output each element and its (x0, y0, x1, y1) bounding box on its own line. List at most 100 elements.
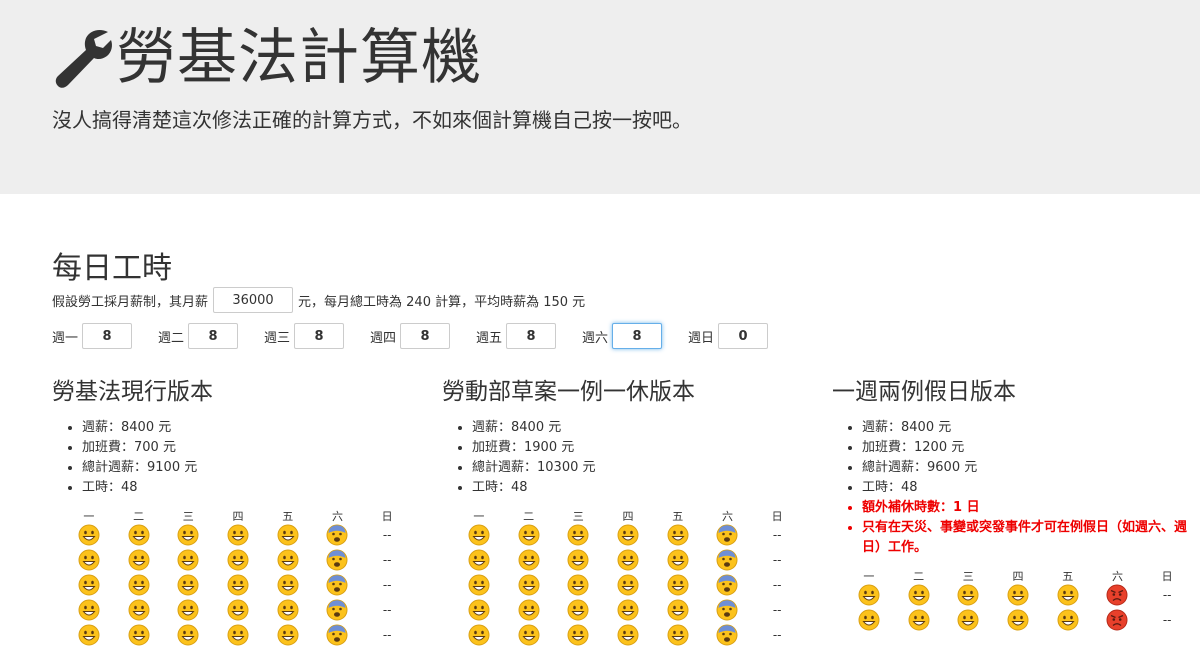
fearful-face-icon (326, 574, 348, 595)
weekday-label: 一 (83, 510, 95, 523)
hour-cell (943, 607, 993, 632)
hour-row: -- (64, 572, 412, 597)
hour-row: -- (454, 547, 802, 572)
fearful-face-icon (326, 624, 348, 645)
facts-list: 週薪：8400 元加班費：700 元總計週薪：9100 元工時：48 (52, 418, 412, 498)
grinning-face-icon (518, 599, 540, 620)
day-group-sat: 週六 (582, 323, 688, 349)
salary-prefix: 假設勞工採月薪制，其月薪 (52, 294, 209, 310)
hours-input-wed[interactable] (294, 323, 345, 349)
hours-input-mon[interactable] (82, 323, 133, 349)
hour-cell (454, 572, 504, 597)
hour-cell (1043, 607, 1093, 632)
grinning-face-icon (518, 624, 540, 645)
hour-cell (703, 547, 753, 572)
weekday-label: 六 (721, 510, 733, 523)
fearful-face-icon (716, 574, 738, 595)
hour-cell (553, 547, 603, 572)
hour-cell (553, 597, 603, 622)
daily-hours-row: 週一 週二 週三 週四 週五 週六 週日 (52, 323, 794, 349)
grinning-face-icon (277, 524, 299, 545)
weekday-header: 一二三四五六日 (454, 508, 802, 523)
hour-cell (603, 622, 653, 647)
hours-input-tue[interactable] (188, 323, 239, 349)
hour-cell (313, 572, 363, 597)
grinning-face-icon (667, 599, 689, 620)
hour-cell: -- (1162, 612, 1172, 627)
hour-cell (1093, 582, 1143, 607)
grinning-face-icon (177, 599, 199, 620)
grinning-face-icon (468, 624, 490, 645)
hour-row: -- (64, 522, 412, 547)
hour-cell (653, 572, 703, 597)
fearful-face-icon (716, 524, 738, 545)
hour-cell (553, 622, 603, 647)
version-title: 勞基法現行版本 (52, 379, 213, 405)
version-title: 勞動部草案一例一休版本 (442, 379, 695, 405)
fact-item: 工時：48 (472, 478, 802, 498)
week-grid: 一 二 三 四 五 六 日 -- -- -- -- -- (64, 508, 412, 647)
hour-cell (504, 622, 554, 647)
hour-cell (64, 572, 114, 597)
grinning-face-icon (468, 549, 490, 570)
hour-cell (163, 522, 213, 547)
weekday-label: 三 (572, 510, 584, 523)
grinning-face-icon (177, 624, 199, 645)
version-two-days-off: 一週兩例假日版本 週薪：8400 元加班費：1200 元總計週薪：9600 元工… (832, 372, 1192, 632)
hours-input-sat[interactable] (612, 323, 663, 349)
grinning-face-icon (667, 624, 689, 645)
hour-cell (454, 547, 504, 572)
hour-cell: -- (382, 577, 392, 592)
fact-item: 加班費：1900 元 (472, 438, 802, 458)
grinning-face-icon (128, 624, 150, 645)
day-label: 週五 (476, 330, 503, 346)
hours-input-thu[interactable] (400, 323, 451, 349)
day-label: 週四 (370, 330, 397, 346)
angry-face-icon (1106, 584, 1128, 605)
hour-cell (993, 607, 1043, 632)
grinning-face-icon (667, 574, 689, 595)
weekday-label: 日 (771, 510, 783, 523)
day-group-mon: 週一 (52, 323, 158, 349)
grinning-face-icon (227, 549, 249, 570)
fact-item: 工時：48 (82, 478, 412, 498)
hour-cell: -- (772, 577, 782, 592)
hour-cell (213, 572, 263, 597)
monthly-salary-input[interactable] (213, 287, 294, 313)
hour-cell (603, 572, 653, 597)
weekday-label: 三 (962, 570, 974, 583)
day-label: 週三 (264, 330, 291, 346)
grinning-face-icon (128, 599, 150, 620)
hour-cell: -- (772, 602, 782, 617)
grinning-face-icon (128, 524, 150, 545)
grinning-face-icon (667, 549, 689, 570)
grinning-face-icon (617, 549, 639, 570)
weekday-label: 五 (282, 510, 294, 523)
fact-item: 總計週薪：10300 元 (472, 458, 802, 478)
fearful-face-icon (716, 549, 738, 570)
hours-input-sun[interactable] (718, 323, 769, 349)
fearful-face-icon (326, 549, 348, 570)
fact-item: 工時：48 (862, 478, 1192, 498)
hours-input-fri[interactable] (506, 323, 557, 349)
hour-cell (653, 622, 703, 647)
weekday-label: 六 (1111, 570, 1123, 583)
weekday-label: 一 (863, 570, 875, 583)
grinning-face-icon (858, 609, 880, 630)
grinning-face-icon (957, 584, 979, 605)
hour-cell (553, 572, 603, 597)
grinning-face-icon (1057, 609, 1079, 630)
hour-cell (653, 522, 703, 547)
hour-cell (163, 597, 213, 622)
fact-item: 週薪：8400 元 (82, 418, 412, 438)
grinning-face-icon (227, 599, 249, 620)
grinning-face-icon (518, 524, 540, 545)
grinning-face-icon (468, 599, 490, 620)
hour-cell (163, 547, 213, 572)
hour-cell (844, 607, 894, 632)
grinning-face-icon (277, 549, 299, 570)
grinning-face-icon (1057, 584, 1079, 605)
hour-cell (603, 547, 653, 572)
facts-list: 週薪：8400 元加班費：1900 元總計週薪：10300 元工時：48 (442, 418, 802, 498)
day-group-tue: 週二 (158, 323, 264, 349)
